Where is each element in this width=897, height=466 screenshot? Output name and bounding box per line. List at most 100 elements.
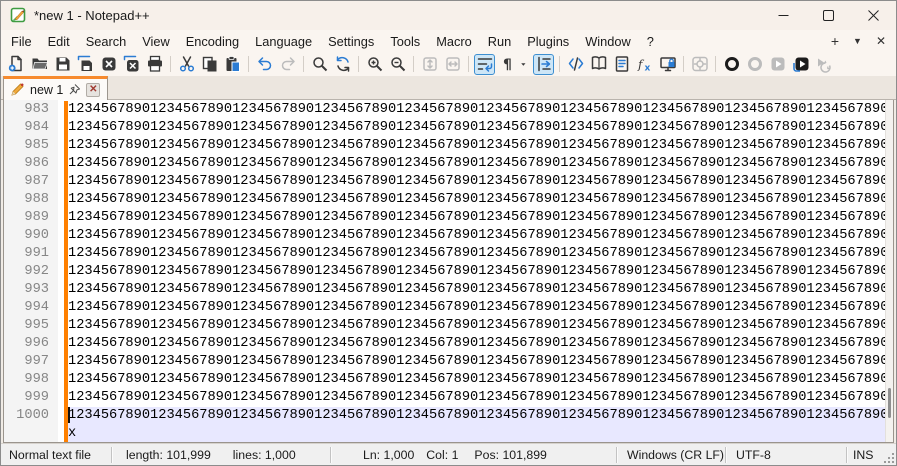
- maximize-button[interactable]: [806, 1, 851, 30]
- toolbar-separator: [170, 56, 171, 72]
- editor-line-986[interactable]: 1234567890123456789012345678901234567890…: [68, 155, 893, 173]
- menu-settings[interactable]: Settings: [320, 32, 382, 51]
- line-number[interactable]: 991: [4, 245, 58, 263]
- find-icon[interactable]: [309, 54, 330, 75]
- editor-line-988[interactable]: 1234567890123456789012345678901234567890…: [68, 191, 893, 209]
- line-number[interactable]: 998: [4, 371, 58, 389]
- toolbar-separator: [683, 56, 684, 72]
- line-number[interactable]: 1000: [4, 407, 58, 425]
- show-all-characters-icon[interactable]: ¶: [497, 54, 518, 75]
- editor-line-994[interactable]: 1234567890123456789012345678901234567890…: [68, 299, 893, 317]
- line-number[interactable]: 987: [4, 173, 58, 191]
- define-language-icon[interactable]: [565, 54, 586, 75]
- line-number[interactable]: 997: [4, 353, 58, 371]
- tab-new-1[interactable]: new 1 ✕: [3, 76, 108, 100]
- editor-line-1000-wrapped[interactable]: x: [68, 425, 893, 443]
- line-number[interactable]: 995: [4, 317, 58, 335]
- editor-line-990[interactable]: 1234567890123456789012345678901234567890…: [68, 227, 893, 245]
- editor-line-998[interactable]: 1234567890123456789012345678901234567890…: [68, 371, 893, 389]
- function-list-icon[interactable]: fx: [634, 54, 655, 75]
- text-editor[interactable]: 9839849859869879889899909919929939949959…: [3, 100, 894, 443]
- macro-record-icon[interactable]: [721, 54, 742, 75]
- line-number[interactable]: 983: [4, 101, 58, 119]
- status-encoding[interactable]: UTF-8: [726, 447, 847, 463]
- menu-edit[interactable]: Edit: [40, 32, 78, 51]
- close-all-icon[interactable]: [121, 54, 142, 75]
- status-eol-format[interactable]: Windows (CR LF): [617, 447, 726, 463]
- menu-file[interactable]: File: [3, 32, 40, 51]
- editor-line-983[interactable]: 1234567890123456789012345678901234567890…: [68, 101, 893, 119]
- title-bar: *new 1 - Notepad++: [1, 1, 896, 30]
- minimize-button[interactable]: [761, 1, 806, 30]
- new-file-icon[interactable]: [6, 54, 27, 75]
- menu-window[interactable]: Window: [577, 32, 639, 51]
- editor-line-993[interactable]: 1234567890123456789012345678901234567890…: [68, 281, 893, 299]
- menu-language[interactable]: Language: [247, 32, 320, 51]
- word-wrap-icon[interactable]: [474, 54, 495, 75]
- vertical-scrollbar[interactable]: [885, 100, 893, 442]
- menu-plugins[interactable]: Plugins: [519, 32, 577, 51]
- indent-guide-icon[interactable]: [533, 54, 554, 75]
- show-all-characters-dropdown-icon[interactable]: [520, 54, 531, 75]
- menu-run[interactable]: Run: [480, 32, 519, 51]
- editor-line-1000[interactable]: 1234567890123456789012345678901234567890…: [68, 407, 893, 425]
- editor-line-995[interactable]: 1234567890123456789012345678901234567890…: [68, 317, 893, 335]
- macro-playback-icon: [767, 54, 788, 75]
- menu-tools[interactable]: Tools: [382, 32, 428, 51]
- line-number[interactable]: 994: [4, 299, 58, 317]
- tab-list-icon[interactable]: ▼: [853, 37, 862, 46]
- open-file-icon[interactable]: [29, 54, 50, 75]
- status-bar: Normal text file length: 101,999 lines: …: [1, 443, 896, 465]
- editor-line-984[interactable]: 1234567890123456789012345678901234567890…: [68, 119, 893, 137]
- modified-pencil-icon: [10, 82, 25, 97]
- line-number[interactable]: 986: [4, 155, 58, 173]
- editor-line-997[interactable]: 1234567890123456789012345678901234567890…: [68, 353, 893, 371]
- pin-tab-icon[interactable]: [68, 83, 81, 96]
- new-tab-icon[interactable]: +: [831, 34, 839, 48]
- menu-macro[interactable]: Macro: [428, 32, 480, 51]
- editor-line-989[interactable]: 1234567890123456789012345678901234567890…: [68, 209, 893, 227]
- menu-search[interactable]: Search: [78, 32, 135, 51]
- editor-line-999[interactable]: 1234567890123456789012345678901234567890…: [68, 389, 893, 407]
- status-typing-mode[interactable]: INS: [847, 447, 878, 463]
- editor-line-991[interactable]: 1234567890123456789012345678901234567890…: [68, 245, 893, 263]
- document-list-icon[interactable]: [611, 54, 632, 75]
- line-number[interactable]: 985: [4, 137, 58, 155]
- line-number[interactable]: 990: [4, 227, 58, 245]
- line-number[interactable]: 988: [4, 191, 58, 209]
- line-number[interactable]: 996: [4, 335, 58, 353]
- menu-encoding[interactable]: Encoding: [178, 32, 247, 51]
- document-map-icon[interactable]: [588, 54, 609, 75]
- copy-icon[interactable]: [199, 54, 220, 75]
- save-icon[interactable]: [52, 54, 73, 75]
- close-button[interactable]: [851, 1, 896, 30]
- zoom-out-icon[interactable]: [387, 54, 408, 75]
- line-number[interactable]: 993: [4, 281, 58, 299]
- macro-save-icon[interactable]: [790, 54, 811, 75]
- line-number[interactable]: 989: [4, 209, 58, 227]
- zoom-in-icon[interactable]: [364, 54, 385, 75]
- text-area[interactable]: 1234567890123456789012345678901234567890…: [68, 100, 893, 442]
- print-icon[interactable]: [144, 54, 165, 75]
- folder-as-workspace-icon[interactable]: [657, 54, 678, 75]
- replace-icon[interactable]: [332, 54, 353, 75]
- close-document-icon[interactable]: ✕: [876, 35, 886, 47]
- resize-grip[interactable]: [878, 444, 896, 465]
- line-number[interactable]: 992: [4, 263, 58, 281]
- editor-line-987[interactable]: 1234567890123456789012345678901234567890…: [68, 173, 893, 191]
- close-tab-icon[interactable]: ✕: [86, 83, 100, 97]
- line-number-margin[interactable]: 9839849859869879889899909919929939949959…: [4, 100, 58, 442]
- close-file-icon[interactable]: [98, 54, 119, 75]
- menu-[interactable]: ?: [639, 32, 662, 51]
- editor-line-992[interactable]: 1234567890123456789012345678901234567890…: [68, 263, 893, 281]
- vertical-scrollbar-thumb[interactable]: [888, 388, 891, 418]
- cut-icon[interactable]: [176, 54, 197, 75]
- menu-view[interactable]: View: [134, 32, 178, 51]
- line-number[interactable]: 999: [4, 389, 58, 407]
- editor-line-996[interactable]: 1234567890123456789012345678901234567890…: [68, 335, 893, 353]
- undo-icon[interactable]: [254, 54, 275, 75]
- line-number[interactable]: 984: [4, 119, 58, 137]
- save-all-icon[interactable]: [75, 54, 96, 75]
- paste-icon[interactable]: [222, 54, 243, 75]
- editor-line-985[interactable]: 1234567890123456789012345678901234567890…: [68, 137, 893, 155]
